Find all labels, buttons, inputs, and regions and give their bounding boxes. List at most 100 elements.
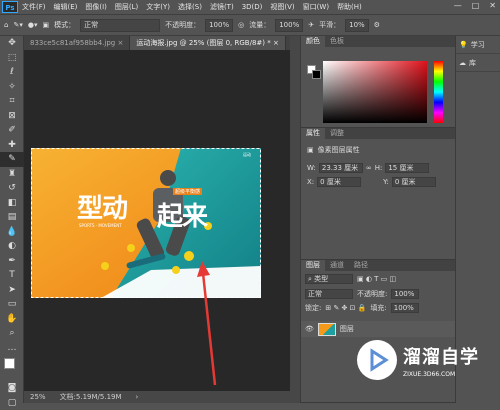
tab-close-icon[interactable]: ×	[117, 39, 123, 47]
document-tabs: 833ce5c81af958bb4.jpg × 运动海报.jpg @ 25% (…	[24, 36, 290, 50]
crop-tool-icon[interactable]: ⌗	[0, 94, 24, 109]
properties-section-title: 像素图层属性	[318, 145, 360, 155]
menu-window[interactable]: 窗口(W)	[303, 2, 329, 12]
pen-tool-icon[interactable]: ✒	[0, 254, 24, 269]
healing-tool-icon[interactable]: ✚	[0, 138, 24, 153]
tab-close-icon[interactable]: ×	[273, 39, 279, 47]
y-input[interactable]: 0 厘米	[392, 177, 436, 187]
dock-item-libraries[interactable]: ☁ 库	[456, 54, 500, 72]
layer-opacity-input[interactable]: 100%	[391, 289, 419, 299]
smooth-input[interactable]: 10%	[345, 19, 369, 32]
menu-file[interactable]: 文件(F)	[22, 2, 46, 12]
height-input[interactable]: 15 厘米	[385, 163, 429, 173]
menu-3d[interactable]: 3D(D)	[242, 3, 263, 11]
more-tools-icon[interactable]: …	[0, 341, 24, 356]
mode-label: 模式：	[54, 20, 75, 30]
dock-item-learn[interactable]: 💡 学习	[456, 36, 500, 54]
zoom-level[interactable]: 25%	[30, 393, 46, 401]
foreground-color[interactable]	[4, 358, 15, 369]
w-label: W:	[307, 164, 316, 172]
rectangle-tool-icon[interactable]: ▭	[0, 297, 24, 312]
hue-slider[interactable]	[434, 61, 443, 123]
tab-layers[interactable]: 图层	[301, 260, 325, 271]
menu-image[interactable]: 图像(I)	[85, 2, 107, 12]
menu-type[interactable]: 文字(Y)	[146, 2, 170, 12]
maximize-button[interactable]: □	[472, 1, 480, 10]
eyedropper-tool-icon[interactable]: ✐	[0, 123, 24, 138]
menu-select[interactable]: 选择(S)	[178, 2, 202, 12]
brush-settings-icon[interactable]: ▣	[42, 21, 49, 29]
dodge-tool-icon[interactable]: ◐	[0, 239, 24, 254]
watermark-logo-icon	[357, 340, 397, 380]
fill-label: 填充:	[370, 303, 386, 313]
tab-channels[interactable]: 通道	[325, 260, 349, 271]
brush-preset-icon[interactable]: ●▾	[28, 21, 38, 29]
properties-panel: 属性 调整 ▣ 像素图层属性 W: 23.33 厘米 ∞ H: 15 厘米 X:…	[301, 128, 455, 260]
brush-tool-icon[interactable]: ✎▾	[13, 21, 22, 29]
color-panel-tabs: 颜色 色板	[301, 36, 455, 47]
zoom-tool-icon[interactable]: ⌕	[0, 326, 24, 341]
quick-mask-icon[interactable]: ◙	[0, 381, 24, 396]
menu-edit[interactable]: 编辑(E)	[54, 2, 78, 12]
tab-swatches[interactable]: 色板	[325, 36, 349, 47]
window-controls: — □ ✕	[454, 1, 496, 10]
poster-artwork[interactable]: 型动 起来 超级平衡感 SPORTS · MOVEMENT 运动	[31, 148, 261, 298]
fill-input[interactable]: 100%	[391, 303, 419, 313]
blend-mode-select[interactable]: 正常	[305, 289, 353, 299]
flow-input[interactable]: 100%	[275, 19, 303, 32]
minimize-button[interactable]: —	[454, 1, 462, 10]
app-logo: Ps	[2, 1, 18, 13]
quick-select-tool-icon[interactable]: ✧	[0, 80, 24, 95]
link-icon[interactable]: ∞	[366, 164, 372, 172]
collapsed-dock	[290, 36, 300, 403]
path-select-tool-icon[interactable]: ➤	[0, 283, 24, 298]
color-swatches[interactable]	[0, 355, 23, 381]
opacity-label: 不透明度：	[165, 20, 200, 30]
panel-background-swatch[interactable]	[312, 70, 321, 79]
stamp-tool-icon[interactable]: ♜	[0, 167, 24, 182]
close-button[interactable]: ✕	[489, 1, 496, 10]
layers-panel-tabs: 图层 通道 路径	[301, 260, 455, 271]
eraser-tool-icon[interactable]: ◧	[0, 196, 24, 211]
h-label: H:	[375, 164, 383, 172]
mode-select[interactable]: 正常	[80, 19, 160, 32]
menu-help[interactable]: 帮助(H)	[337, 2, 362, 12]
menu-filter[interactable]: 滤镜(T)	[210, 2, 234, 12]
color-field[interactable]	[323, 61, 427, 123]
gradient-tool-icon[interactable]: ▤	[0, 210, 24, 225]
menu-view[interactable]: 视图(V)	[270, 2, 294, 12]
home-icon[interactable]: ⌂	[4, 21, 8, 29]
hand-tool-icon[interactable]: ✋	[0, 312, 24, 327]
pressure-opacity-icon[interactable]: ◎	[238, 21, 244, 29]
tools-panel: ✥ ⬚ ℓ ✧ ⌗ ⊠ ✐ ✚ ✎ ♜ ↺ ◧ ▤ 💧 ◐ ✒ T ➤ ▭ ✋ …	[0, 36, 24, 403]
doc-size[interactable]: 文档:5.19M/5.19M	[60, 392, 122, 402]
pixel-layer-icon: ▣	[307, 146, 314, 154]
x-input[interactable]: 0 厘米	[317, 177, 361, 187]
marquee-tool-icon[interactable]: ⬚	[0, 51, 24, 66]
menu-layer[interactable]: 图层(L)	[115, 2, 138, 12]
layer-filter-select[interactable]: ⌕ 类型	[305, 274, 353, 284]
status-arrow-icon[interactable]: ›	[136, 393, 139, 401]
width-input[interactable]: 23.33 厘米	[319, 163, 363, 173]
lock-icons[interactable]: ⊞ ✎ ✥ ⊡ 🔒	[325, 304, 366, 312]
filter-icons[interactable]: ▣ ◐ T ▭ ◫	[357, 275, 396, 283]
brush-tool-icon[interactable]: ✎	[0, 152, 24, 167]
tab-document-2[interactable]: 运动海报.jpg @ 25% (图层 0, RGB/8#) * ×	[130, 36, 285, 50]
settings-gear-icon[interactable]: ⚙	[374, 21, 380, 29]
tab-paths[interactable]: 路径	[349, 260, 373, 271]
tab-properties[interactable]: 属性	[301, 128, 325, 139]
frame-tool-icon[interactable]: ⊠	[0, 109, 24, 124]
tab-document-1[interactable]: 833ce5c81af958bb4.jpg ×	[24, 36, 130, 50]
tab-adjustments[interactable]: 调整	[325, 128, 349, 139]
lasso-tool-icon[interactable]: ℓ	[0, 65, 24, 80]
eye-icon[interactable]: 👁	[305, 325, 314, 333]
airbrush-icon[interactable]: ✈	[308, 21, 314, 29]
history-brush-icon[interactable]: ↺	[0, 181, 24, 196]
move-tool-icon[interactable]: ✥	[0, 36, 24, 51]
poster-tag: 超级平衡感	[173, 188, 202, 195]
tab-color[interactable]: 颜色	[301, 36, 325, 47]
blur-tool-icon[interactable]: 💧	[0, 225, 24, 240]
layer-thumbnail	[318, 323, 336, 336]
type-tool-icon[interactable]: T	[0, 268, 24, 283]
opacity-input[interactable]: 100%	[205, 19, 233, 32]
